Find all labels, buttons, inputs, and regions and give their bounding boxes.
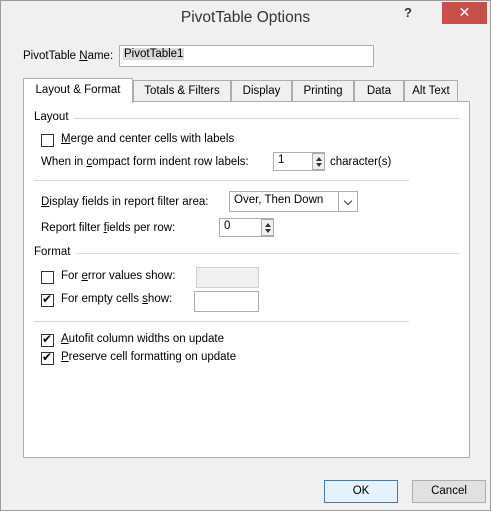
tab-totals-filters[interactable]: Totals & Filters	[133, 80, 231, 102]
empty-cells-prefix: For empty cells	[61, 293, 143, 305]
preserve-rest: reserve cell formatting on update	[68, 351, 237, 363]
autofit-accel: A	[61, 333, 69, 345]
display-fields-rest: isplay fields in report filter area:	[49, 196, 209, 208]
empty-cells-checkbox[interactable]	[41, 292, 54, 307]
merge-center-accel: M	[61, 133, 71, 145]
empty-cells-input[interactable]	[194, 291, 259, 312]
merge-center-checkbox[interactable]	[41, 134, 54, 147]
preserve-accel: P	[61, 351, 69, 363]
display-fields-label: Display fields in report filter area:	[41, 196, 208, 208]
layout-inner-divider	[34, 180, 409, 181]
pivottable-name-label-accel: N	[79, 50, 88, 62]
spin-up-icon[interactable]	[265, 223, 271, 227]
chevron-down-icon[interactable]	[338, 192, 357, 211]
help-button[interactable]: ?	[396, 3, 420, 25]
format-section-title: Format	[34, 246, 71, 258]
error-values-rest: rror values show:	[87, 270, 176, 282]
display-fields-select[interactable]: Over, Then Down	[229, 191, 358, 212]
tab-layout-format[interactable]: Layout & Format	[23, 78, 133, 103]
indent-label: When in compact form indent row labels:	[41, 156, 249, 168]
filter-per-row-label: Report filter fields per row:	[41, 222, 175, 234]
error-values-prefix: For	[61, 270, 82, 282]
layout-section-title: Layout	[34, 111, 69, 123]
autofit-checkbox[interactable]	[41, 332, 54, 347]
pivottable-name-label-prefix: PivotTable	[23, 50, 80, 62]
indent-suffix: character(s)	[330, 156, 392, 168]
close-button[interactable]: ✕	[442, 2, 487, 24]
autofit-rest: utofit column widths on update	[68, 333, 225, 345]
error-values-label[interactable]: For error values show:	[61, 270, 175, 282]
filter-per-row-prefix: Report filter	[41, 222, 104, 234]
layout-section-divider	[74, 118, 459, 119]
format-inner-divider	[34, 321, 409, 322]
indent-rest: ompact form indent row labels:	[92, 156, 249, 168]
tab-printing[interactable]: Printing	[292, 80, 354, 102]
filter-per-row-spinner[interactable]	[261, 219, 274, 236]
display-fields-value: Over, Then Down	[234, 194, 324, 206]
tab-data[interactable]: Data	[354, 80, 404, 102]
spin-down-icon[interactable]	[265, 229, 271, 233]
error-values-input[interactable]	[196, 267, 259, 288]
empty-cells-label[interactable]: For empty cells show:	[61, 293, 172, 305]
pivottable-name-value: PivotTable1	[123, 48, 185, 60]
pivottable-options-dialog: PivotTable Options ? ✕ PivotTable Name: …	[0, 0, 491, 511]
filter-per-row-rest: ields per row:	[106, 222, 176, 234]
cancel-button[interactable]: Cancel	[412, 480, 486, 503]
tab-display[interactable]: Display	[231, 80, 292, 102]
error-values-checkbox[interactable]	[41, 271, 54, 284]
tab-alt-text[interactable]: Alt Text	[404, 80, 458, 102]
indent-spinner[interactable]	[312, 153, 325, 170]
spin-up-icon[interactable]	[316, 157, 322, 161]
autofit-label[interactable]: Autofit column widths on update	[61, 333, 224, 345]
tab-panel-layout-format: Layout Merge and center cells with label…	[23, 101, 470, 458]
merge-center-label[interactable]: Merge and center cells with labels	[61, 133, 234, 145]
spin-down-icon[interactable]	[316, 163, 322, 167]
indent-prefix: When in	[41, 156, 87, 168]
pivottable-name-label: PivotTable Name:	[23, 50, 113, 62]
preserve-formatting-label[interactable]: Preserve cell formatting on update	[61, 351, 236, 363]
merge-center-rest: erge and center cells with labels	[70, 133, 235, 145]
pivottable-name-label-rest: ame:	[87, 50, 114, 62]
preserve-formatting-checkbox[interactable]	[41, 350, 54, 365]
title-bar[interactable]: PivotTable Options ? ✕	[1, 1, 490, 34]
pivottable-name-input[interactable]: PivotTable1	[119, 45, 374, 67]
ok-button[interactable]: OK	[324, 480, 398, 503]
empty-cells-rest: how:	[147, 293, 173, 305]
format-section-divider	[76, 253, 459, 254]
